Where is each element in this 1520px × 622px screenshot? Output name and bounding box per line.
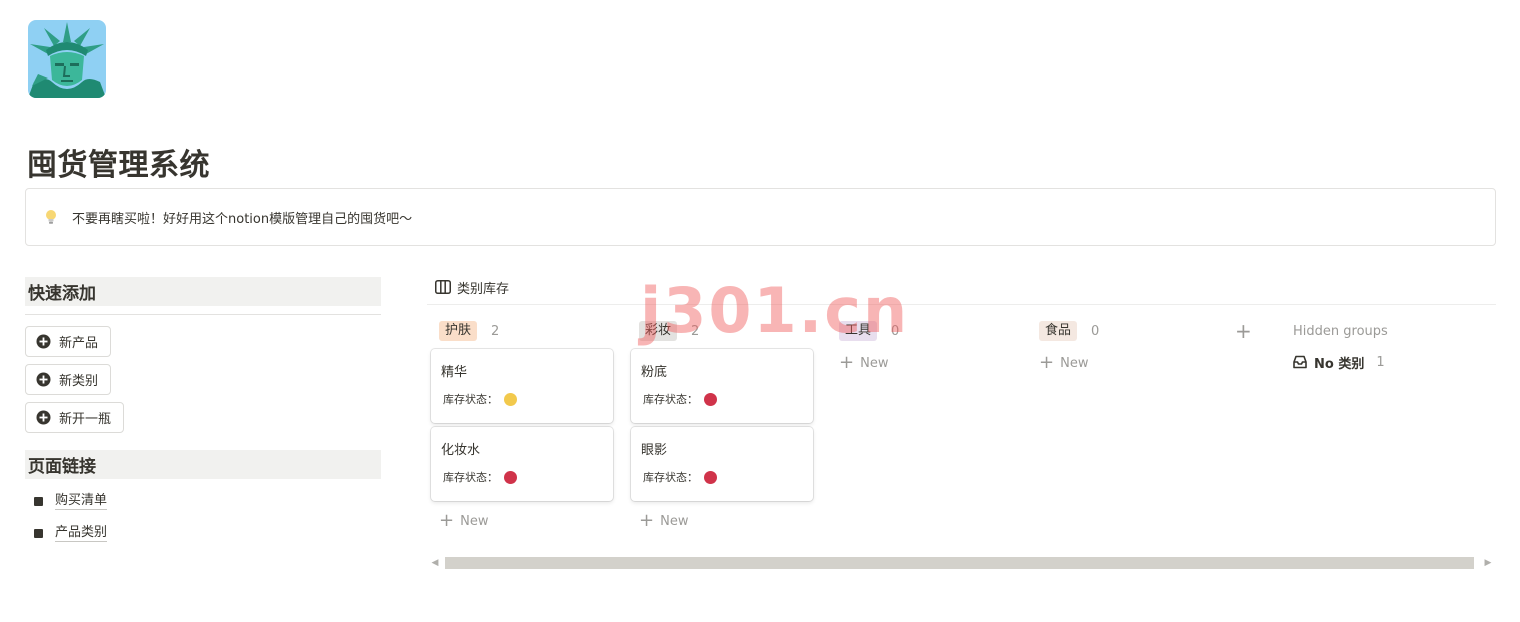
property-label: 库存状态： (643, 393, 698, 406)
column-header[interactable]: 工具 0 (831, 318, 1013, 344)
plus-circle-icon (36, 410, 51, 425)
card-property: 库存状态： (641, 391, 803, 407)
bullet-square-icon (34, 528, 43, 538)
callout-text: 不要再瞎买啦！好好用这个notion模版管理自己的囤货吧～ (72, 211, 413, 227)
card-title: 精华 (441, 365, 468, 380)
plus-icon: + (439, 510, 455, 531)
card-property: 库存状态： (441, 391, 603, 407)
divider (25, 314, 381, 315)
new-label: New (660, 513, 689, 529)
board-column-skincare: 护肤 2 精华 库存状态： 化妆水 库存状态： + New (431, 318, 613, 535)
board-card[interactable]: 眼影 库存状态： (631, 427, 813, 501)
open-new-bottle-label: 新开一瓶 (59, 411, 112, 426)
board-view-tab[interactable]: 类别库存 (427, 270, 1496, 305)
group-count: 2 (691, 323, 700, 339)
group-tag: 工具 (839, 321, 878, 341)
board-column-tools: 工具 0 + New (831, 318, 1013, 377)
scroll-track[interactable] (443, 557, 1480, 569)
card-title: 粉底 (641, 365, 668, 380)
inbox-icon (1293, 355, 1307, 369)
horizontal-scrollbar[interactable]: ◀ ▶ (427, 555, 1496, 571)
board-column-food: 食品 0 + New (1031, 318, 1213, 377)
open-new-bottle-button[interactable]: 新开一瓶 (25, 402, 125, 433)
hidden-groups: Hidden groups No 类别 1 (1293, 318, 1493, 377)
board-card[interactable]: 精华 库存状态： (431, 349, 613, 423)
statue-of-liberty-icon[interactable] (28, 20, 106, 98)
card-property: 库存状态： (641, 469, 803, 485)
page-links-list: 购买清单 产品类别 (25, 485, 381, 549)
property-label: 库存状态： (643, 471, 698, 484)
status-red-dot-icon (504, 470, 517, 484)
new-product-label: 新产品 (59, 335, 99, 350)
board-card[interactable]: 化妆水 库存状态： (431, 427, 613, 501)
new-label: New (860, 355, 889, 371)
quick-add-buttons: 新产品 新类别 新开一瓶 (25, 326, 381, 440)
list-item: 购买清单 (25, 485, 381, 517)
callout-block[interactable]: 不要再瞎买啦！好好用这个notion模版管理自己的囤货吧～ (25, 188, 1496, 246)
new-product-button[interactable]: 新产品 (25, 326, 112, 357)
column-header[interactable]: 食品 0 (1031, 318, 1213, 344)
board-column-makeup: 彩妆 2 粉底 库存状态： 眼影 库存状态： + New (631, 318, 813, 535)
group-tag: 彩妆 (639, 321, 678, 341)
list-item: 产品类别 (25, 517, 381, 549)
new-card-button[interactable]: + New (1031, 349, 1213, 377)
group-count: 2 (491, 323, 500, 339)
new-card-button[interactable]: + New (431, 507, 613, 535)
scroll-left-arrow-icon[interactable]: ◀ (427, 558, 443, 568)
page-links-heading: 页面链接 (25, 450, 381, 479)
bullet-square-icon (34, 496, 43, 506)
card-property: 库存状态： (441, 469, 603, 485)
group-count: 0 (891, 323, 900, 339)
card-title: 眼影 (641, 443, 668, 458)
scroll-thumb[interactable] (445, 557, 1474, 569)
new-label: New (460, 513, 489, 529)
new-card-button[interactable]: + New (631, 507, 813, 535)
new-category-button[interactable]: 新类别 (25, 364, 112, 395)
hidden-group-no-category[interactable]: No 类别 1 (1293, 347, 1493, 377)
new-label: New (1060, 355, 1089, 371)
group-count: 0 (1091, 323, 1100, 339)
plus-icon: + (639, 510, 655, 531)
board-view-icon (435, 280, 451, 294)
plus-circle-icon (36, 334, 51, 349)
card-title: 化妆水 (441, 443, 481, 458)
hidden-group-label: No 类别 (1314, 356, 1365, 372)
hidden-groups-title: Hidden groups (1293, 323, 1388, 339)
board-view: 类别库存 护肤 2 精华 库存状态： 化妆水 库存状态： + New 彩妆 2 … (427, 270, 1496, 580)
plus-icon: + (1039, 352, 1055, 373)
new-category-label: 新类别 (59, 373, 99, 388)
status-yellow-dot-icon (504, 392, 517, 406)
group-tag: 食品 (1039, 321, 1078, 341)
new-card-button[interactable]: + New (831, 349, 1013, 377)
add-group-plus-icon[interactable]: + (1235, 318, 1252, 344)
plus-icon: + (839, 352, 855, 373)
notion-page: 囤货管理系统 不要再瞎买啦！好好用这个notion模版管理自己的囤货吧～ 快速添… (0, 0, 1520, 622)
scroll-right-arrow-icon[interactable]: ▶ (1480, 558, 1496, 568)
plus-circle-icon (36, 372, 51, 387)
light-bulb-icon (42, 208, 60, 226)
group-tag: 护肤 (439, 321, 478, 341)
status-red-dot-icon (704, 392, 717, 406)
column-header[interactable]: 彩妆 2 (631, 318, 813, 344)
quick-add-heading: 快速添加 (25, 277, 381, 306)
column-header[interactable]: 护肤 2 (431, 318, 613, 344)
board-card[interactable]: 粉底 库存状态： (631, 349, 813, 423)
property-label: 库存状态： (443, 471, 498, 484)
board-view-label: 类别库存 (457, 281, 510, 297)
left-column: 快速添加 新产品 新类别 新开一瓶 页面链接 购买清单 产品类别 (25, 277, 381, 549)
status-red-dot-icon (704, 470, 717, 484)
page-title[interactable]: 囤货管理系统 (27, 140, 210, 184)
hidden-group-count: 1 (1376, 354, 1385, 370)
link-shopping-list[interactable]: 购买清单 (55, 493, 108, 510)
property-label: 库存状态： (443, 393, 498, 406)
link-product-categories[interactable]: 产品类别 (55, 525, 108, 542)
